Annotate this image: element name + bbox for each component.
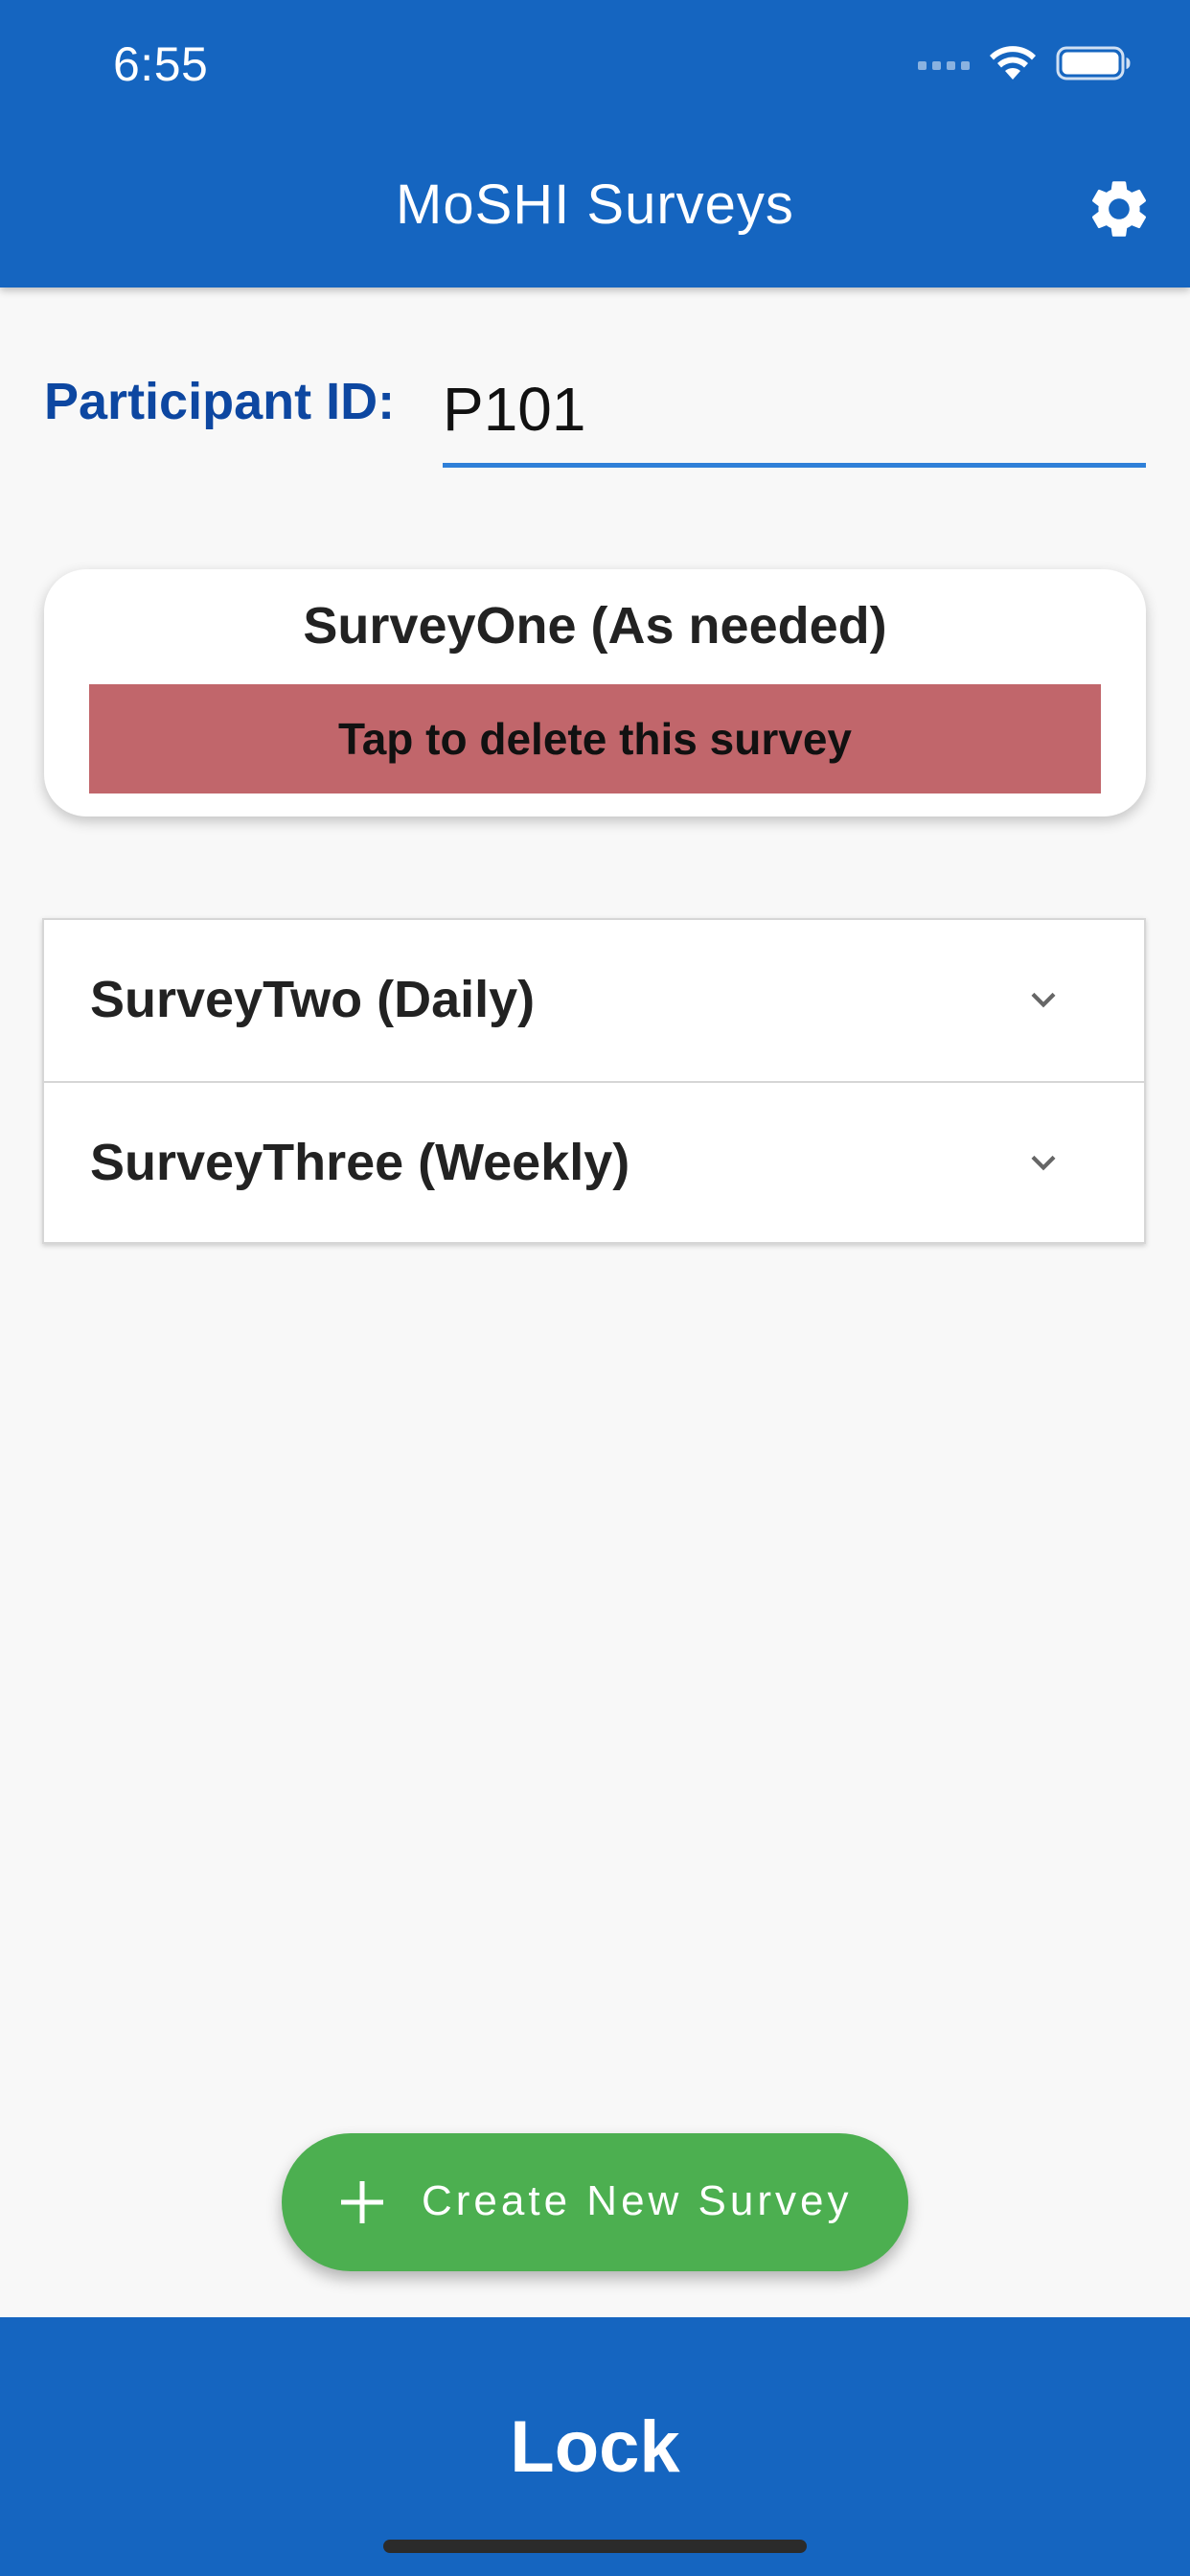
status-time: 6:55 bbox=[113, 37, 209, 91]
wifi-icon bbox=[990, 46, 1036, 80]
lock-label: Lock bbox=[510, 2406, 680, 2488]
participant-id-label: Participant ID: bbox=[44, 373, 396, 430]
survey-list: SurveyTwo (Daily) SurveyThree (Weekly) bbox=[42, 918, 1146, 1244]
cellular-signal-icon bbox=[918, 57, 970, 70]
create-new-survey-label: Create New Survey bbox=[422, 2177, 853, 2224]
gear-icon bbox=[1091, 181, 1147, 237]
survey-list-item-title: SurveyThree (Weekly) bbox=[90, 1134, 630, 1191]
app-bar: 6:55 MoSHI Surveys bbox=[0, 0, 1190, 288]
create-new-survey-button[interactable]: Create New Survey bbox=[282, 2133, 908, 2271]
survey-card-title: SurveyOne (As needed) bbox=[303, 597, 887, 655]
survey-list-item-daily[interactable]: SurveyTwo (Daily) bbox=[44, 920, 1144, 1083]
status-icons bbox=[918, 44, 1133, 82]
delete-survey-button[interactable]: Tap to delete this survey bbox=[89, 684, 1101, 794]
participant-id-input[interactable] bbox=[443, 355, 1146, 468]
survey-card: SurveyOne (As needed) Tap to delete this… bbox=[44, 569, 1146, 816]
page-title: MoSHI Surveys bbox=[396, 173, 794, 236]
home-indicator bbox=[383, 2540, 807, 2553]
survey-list-item-title: SurveyTwo (Daily) bbox=[90, 971, 536, 1028]
survey-list-item-weekly[interactable]: SurveyThree (Weekly) bbox=[44, 1083, 1144, 1244]
battery-icon bbox=[1056, 46, 1131, 80]
lock-button[interactable]: Lock bbox=[0, 2317, 1190, 2576]
chevron-down-icon bbox=[1031, 1155, 1056, 1171]
settings-button[interactable] bbox=[1083, 172, 1156, 245]
chevron-down-icon bbox=[1031, 992, 1056, 1008]
plus-icon bbox=[341, 2181, 383, 2223]
